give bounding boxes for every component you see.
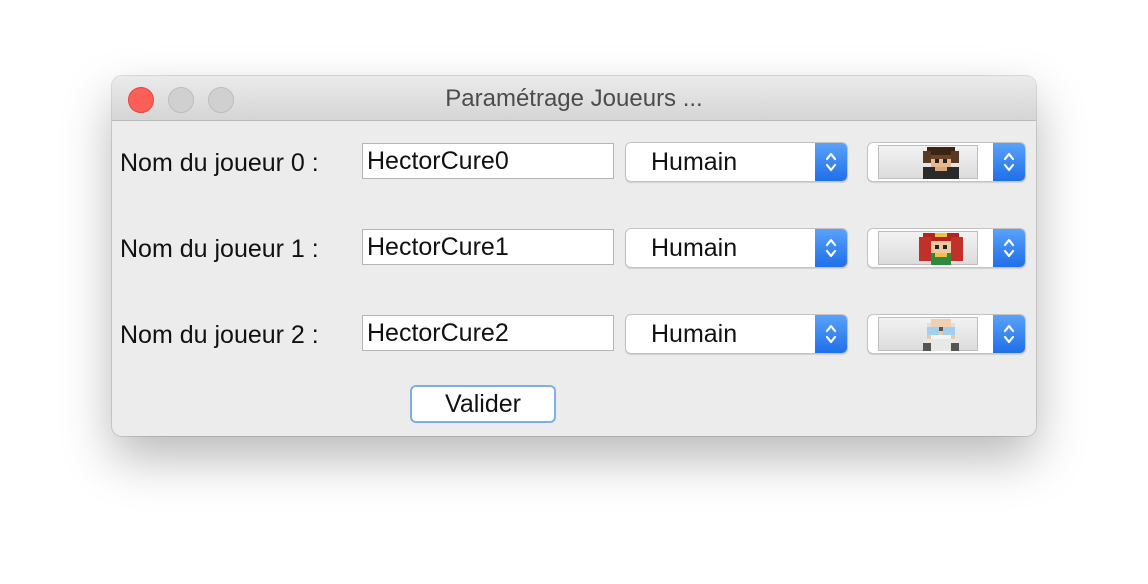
player-0-avatar-preview (878, 145, 978, 179)
player-2-type-value: Humain (651, 320, 738, 348)
player-2-avatar-preview (878, 317, 978, 351)
player-0-label: Nom du joueur 0 : (120, 149, 319, 177)
player-0-name-input[interactable] (362, 143, 614, 179)
player-1-avatar-select[interactable] (867, 228, 1026, 268)
player-1-avatar-preview (878, 231, 978, 265)
red-haired-girl-avatar-icon (919, 233, 963, 265)
bald-old-man-avatar-icon (923, 319, 959, 351)
chevron-up-down-icon (815, 229, 847, 267)
player-row-2: Nom du joueur 2 : Humain (112, 314, 1036, 354)
player-2-name-input[interactable] (362, 315, 614, 351)
player-0-type-select[interactable]: Humain (625, 142, 848, 182)
chevron-up-down-icon (993, 143, 1025, 181)
player-1-name-input[interactable] (362, 229, 614, 265)
window-title: Paramétrage Joueurs ... (445, 85, 703, 112)
player-0-avatar-select[interactable] (867, 142, 1026, 182)
player-row-1: Nom du joueur 1 : Humain (112, 228, 1036, 268)
validate-button[interactable]: Valider (410, 385, 556, 423)
player-0-type-value: Humain (651, 148, 738, 176)
player-1-type-value: Humain (651, 234, 738, 262)
chevron-up-down-icon (993, 229, 1025, 267)
chevron-up-down-icon (993, 315, 1025, 353)
title-bar[interactable]: Paramétrage Joueurs ... (112, 76, 1036, 121)
player-row-0: Nom du joueur 0 : Humain (112, 142, 1036, 182)
chevron-up-down-icon (815, 143, 847, 181)
player-2-type-select[interactable]: Humain (625, 314, 848, 354)
player-2-label: Nom du joueur 2 : (120, 321, 319, 349)
player-1-label: Nom du joueur 1 : (120, 235, 319, 263)
brown-haired-boy-avatar-icon (923, 147, 959, 179)
player-2-avatar-select[interactable] (867, 314, 1026, 354)
chevron-up-down-icon (815, 315, 847, 353)
player-1-type-select[interactable]: Humain (625, 228, 848, 268)
player-setup-dialog: Paramétrage Joueurs ... Nom du joueur 0 … (112, 76, 1036, 436)
